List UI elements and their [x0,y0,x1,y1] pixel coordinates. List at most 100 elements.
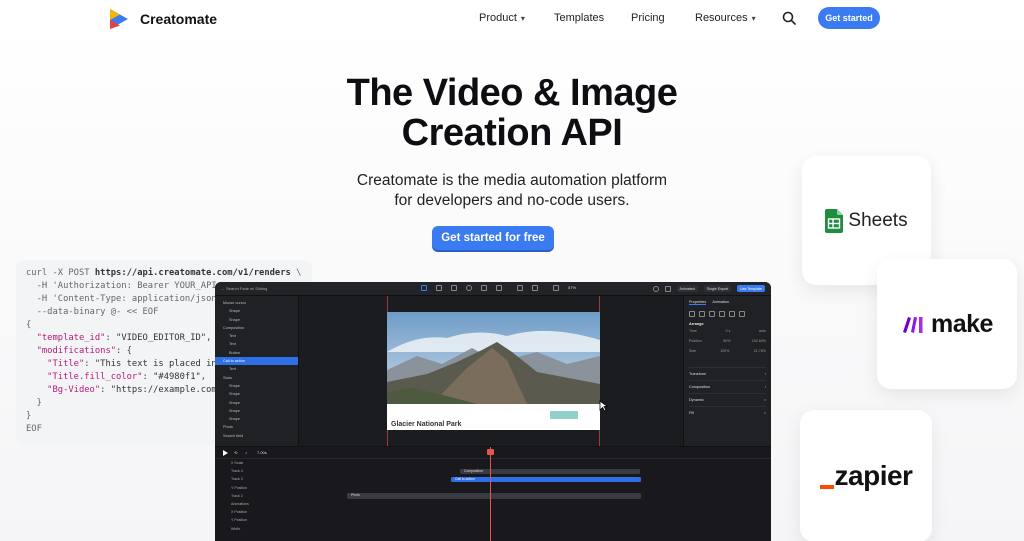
align-center-icon[interactable] [699,311,705,317]
layer-item[interactable]: Search field [215,432,298,440]
hero-subtitle-line: Creatomate is the media automation platf… [356,172,668,189]
layer-item[interactable]: Text [215,365,298,373]
select-tool-icon[interactable] [421,285,427,291]
layer-item[interactable]: Composition [215,324,298,332]
layer-item[interactable]: Shape [215,407,298,415]
google-sheets-icon [825,208,844,233]
timeline-track[interactable]: Track 2 Photo [215,492,771,500]
layer-item[interactable]: Shape [215,415,298,423]
animated-toggle[interactable]: Animated [676,285,698,292]
sound-icon[interactable]: ♪ [245,450,247,455]
chevron-down-icon: ▾ [520,13,525,23]
timeline-clip[interactable]: Photo [347,493,641,499]
pen-tool-icon[interactable] [436,285,442,291]
get-started-button[interactable]: Get started [818,7,880,29]
brand-logo[interactable]: Creatomate [106,6,217,32]
use-template-button[interactable]: Use Template [737,285,765,292]
layer-item[interactable]: Shape [215,390,298,398]
property-row[interactable]: Position 50% 102.84% [689,339,766,349]
timeline-track[interactable]: Y Position [215,516,771,524]
nav-item-resources[interactable]: Resources ▾ [695,12,756,24]
property-section[interactable]: Dynamic ○ [689,393,766,406]
timeline-track[interactable]: Track 4 Composition [215,467,771,475]
image-tool-icon[interactable] [496,285,502,291]
layer-item[interactable]: Shape [215,399,298,407]
property-row[interactable]: Size 100% 21.78% [689,349,766,359]
editor-canvas[interactable]: Glacier National Park [299,296,683,446]
property-section[interactable]: Fill ○ [689,406,766,419]
layer-item[interactable]: Shape [215,382,298,390]
timeline-clip-selected[interactable]: Call to action [451,476,641,483]
timeline-track[interactable]: Animations [215,500,771,508]
canvas-frame[interactable]: Glacier National Park [387,312,600,430]
editor-search[interactable]: ← Search Fade w/ Sliding [221,286,267,291]
editor-tool-group: 57% [421,285,576,291]
chevron-right-icon: › [764,372,766,376]
make-logo-icon [903,317,923,333]
sheets-label: Sheets [848,209,908,231]
ellipse-tool-icon[interactable] [466,285,472,291]
zoom-level[interactable]: 57% [568,285,576,291]
brand-name: Creatomate [140,11,218,27]
timeline-track[interactable]: X Scale [215,459,771,467]
properties-panel: Properties Animation Arrange Time 0 s auto… [683,296,771,446]
video-editor-preview: ← Search Fade w/ Sliding 57% Animated Si… [215,282,771,541]
play-icon[interactable] [223,450,228,456]
layer-item[interactable]: Photo [215,423,298,431]
canvas-title-text: Glacier National Park [391,421,462,428]
tab-properties[interactable]: Properties [689,300,707,305]
history-icon[interactable] [652,285,659,292]
loop-icon[interactable]: ⟲ [234,450,237,455]
code-icon[interactable] [664,285,671,292]
text-tool-icon[interactable] [481,285,487,291]
hero-title-line: Creation API [401,112,623,154]
timeline-clip[interactable]: Composition [460,468,640,475]
redo-icon[interactable] [532,285,538,291]
nav-item-label: Resources [695,12,748,24]
timeline-track[interactable]: Track 3 Call to action [215,475,771,483]
property-section[interactable]: Transform › [689,367,766,380]
layer-item[interactable]: Button [215,349,298,357]
layer-item[interactable]: Mouse cursor [215,299,298,307]
zapier-underscore-icon [819,485,834,489]
layer-item[interactable]: Text [215,332,298,340]
layer-item-selected[interactable]: Call to action [215,357,298,366]
fit-icon[interactable] [553,285,559,291]
property-section[interactable]: Composition › [689,380,766,393]
property-row[interactable]: Time 0 s auto [689,329,766,339]
rectangle-tool-icon[interactable] [451,285,457,291]
hero-title: The Video & Image Creation API [262,73,762,153]
timeline-track[interactable]: X Position [215,508,771,516]
layer-item[interactable]: Shape [215,316,298,324]
timeline-track[interactable]: Width [215,525,771,533]
get-started-free-button[interactable]: Get started for free [432,226,554,250]
layers-panel: Mouse cursor Shape Shape Composition Tex… [215,296,299,446]
nav-item-pricing[interactable]: Pricing [631,12,665,24]
single-export-button[interactable]: Single Export [703,285,732,292]
nav-item-product[interactable]: Product ▾ [479,12,525,24]
arrange-title: Arrange [689,322,704,326]
align-right-icon[interactable] [709,311,715,317]
align-middle-icon[interactable] [729,311,735,317]
layer-item[interactable]: Text [215,340,298,348]
editor-actions: Animated Single Export Use Template [652,285,765,292]
creatomate-logo-icon [110,9,128,29]
integration-tile-make[interactable]: make [877,259,1017,389]
layer-item[interactable]: Shape [215,307,298,315]
align-top-icon[interactable] [719,311,725,317]
hero-subtitle: Creatomate is the media automation platf… [282,171,742,211]
zapier-wordmark: zapier [819,460,913,492]
hero-title-line: The Video & Image [346,72,678,114]
tab-animation[interactable]: Animation [712,300,729,305]
top-nav: Creatomate Product ▾ Templates Pricing R… [0,0,1024,38]
align-left-icon[interactable] [689,311,695,317]
timeline-track[interactable]: Y Position [215,484,771,492]
nav-item-templates[interactable]: Templates [554,12,604,24]
properties-tabs: Properties Animation [689,300,766,305]
mouse-cursor-icon [599,400,609,412]
align-bottom-icon[interactable] [739,311,745,317]
undo-icon[interactable] [517,285,523,291]
search-icon[interactable] [781,10,797,26]
integration-tile-zapier[interactable]: zapier [800,410,932,541]
layer-item[interactable]: Stars [215,374,298,382]
